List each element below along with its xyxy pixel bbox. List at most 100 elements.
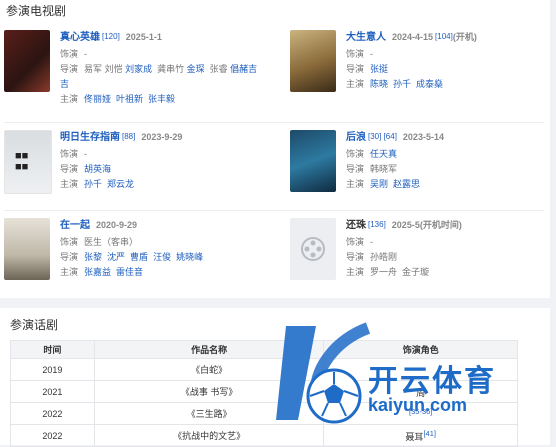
show-title[interactable]: 后浪: [346, 132, 366, 143]
show-date: 2020-9-29: [96, 220, 138, 230]
cast-label: 主演: [346, 79, 365, 89]
role-value: -: [370, 237, 374, 247]
divider: [4, 122, 544, 123]
cast-label: 主演: [60, 267, 79, 277]
role-value: -: [370, 49, 374, 59]
year-cell: 2021: [10, 380, 95, 403]
cast-plain: 罗一舟: [370, 267, 398, 277]
ref-link[interactable]: [104]: [435, 32, 453, 41]
show-date: 2023-9-29: [141, 132, 183, 142]
ref-link[interactable]: [41]: [423, 429, 436, 438]
ref-link[interactable]: [120]: [102, 32, 120, 41]
cast-label: 主演: [60, 94, 79, 104]
role-label: 饰演: [60, 49, 79, 59]
director-link[interactable]: 倡赭吉: [230, 64, 257, 74]
show-item[interactable]: 后浪 [30] [64] 2023-5-14 饰演 任天真 导演 韩晓军 主演 吴刚 赵露思: [290, 130, 545, 216]
watermark-logo: [276, 320, 372, 432]
show-poster-placeholder: [290, 218, 336, 280]
cast-link[interactable]: 陈晓: [370, 79, 388, 89]
ref-link[interactable]: [88]: [122, 132, 135, 141]
role-value: 聂耳: [405, 431, 424, 442]
role-label: 饰演: [60, 149, 79, 159]
show-poster[interactable]: ■■ ■■: [4, 130, 52, 194]
director-label: 导演: [60, 164, 79, 174]
year-cell: 2019: [10, 358, 95, 381]
year-cell: 2022: [10, 424, 95, 447]
show-poster[interactable]: [4, 218, 50, 280]
cast-link[interactable]: 孙千: [393, 79, 411, 89]
director-plain: 孙皓刚: [370, 252, 398, 262]
ref-link[interactable]: [30] [64]: [368, 132, 397, 141]
director-link[interactable]: 姚晓峰: [176, 252, 203, 262]
ref-link[interactable]: [136]: [368, 220, 386, 229]
cast-link[interactable]: 张丰毅: [148, 94, 175, 104]
show-status: (开机): [452, 32, 477, 42]
director-plain: 龚串竹: [157, 64, 185, 74]
cast-label: 主演: [346, 267, 365, 277]
cast-link[interactable]: 成泰燊: [416, 79, 443, 89]
director-link[interactable]: 刘家成: [125, 64, 152, 74]
show-date: 2025-5(开机时间): [391, 220, 462, 230]
director-link[interactable]: 吉: [60, 79, 69, 89]
director-plain: 张睿: [209, 64, 228, 74]
show-title[interactable]: 真心英雄: [60, 32, 100, 43]
cast-link[interactable]: 叶祖新: [116, 94, 143, 104]
cast-label: 主演: [346, 179, 365, 189]
show-title[interactable]: 还珠: [346, 220, 366, 231]
cast-link[interactable]: 吴刚: [370, 179, 388, 189]
show-title[interactable]: 在一起: [60, 220, 90, 231]
role-label: 饰演: [346, 149, 365, 159]
director-link[interactable]: 张黎: [84, 252, 102, 262]
cast-link[interactable]: 张嘉益: [84, 267, 111, 277]
show-poster[interactable]: [4, 30, 50, 92]
show-date: 2025-1-1: [125, 32, 162, 42]
year-cell: 2022: [10, 402, 95, 425]
show-poster[interactable]: [290, 30, 336, 92]
soccer-ball-logo-icon: [276, 322, 371, 424]
show-item[interactable]: 在一起 2020-9-29 饰演 医生（客串） 导演 张黎 沈严 曹盾 汪俊 姚晓峰 主演 张嘉…: [4, 218, 284, 304]
show-item[interactable]: 还珠 [136] 2025-5(开机时间) 饰演 - 导演 孙皓刚 主演 罗一舟 金子璇: [290, 218, 545, 304]
section-title: 参演话剧: [10, 318, 59, 332]
director-link[interactable]: 胡英海: [84, 164, 111, 174]
table-row: 2022 《抗战中的文艺》 聂耳[41]: [10, 424, 518, 447]
cast-link[interactable]: 孙千: [84, 179, 102, 189]
role-link[interactable]: 任天真: [370, 149, 397, 159]
show-item[interactable]: 大生意人 2024-4-15 [104](开机) 饰演 - 导演 张挺 主演 陈晓 孙千 成泰…: [290, 30, 545, 116]
director-label: 导演: [346, 252, 365, 262]
cast-label: 主演: [60, 179, 79, 189]
director-label: 导演: [60, 252, 79, 262]
show-title[interactable]: 明日生存指南: [60, 132, 120, 143]
cast-link[interactable]: 佟丽娅: [84, 94, 111, 104]
director-label: 导演: [346, 164, 365, 174]
cast-link[interactable]: 郑云龙: [107, 179, 134, 189]
show-poster[interactable]: [290, 130, 336, 192]
director-plain: 韩晓军: [370, 164, 398, 174]
column-header: 时间: [10, 340, 95, 359]
film-reel-icon: [301, 237, 325, 261]
director-label: 导演: [60, 64, 79, 74]
show-date: 2023-5-14: [402, 132, 444, 142]
director-link[interactable]: 曹盾: [130, 252, 148, 262]
role-label: 饰演: [346, 237, 365, 247]
director-link[interactable]: 张挺: [370, 64, 388, 74]
director-link[interactable]: 汪俊: [153, 252, 171, 262]
director-link[interactable]: 沈严: [107, 252, 125, 262]
tv-series-panel: 参演电视剧 真心英雄 [120] 2025-1-1 饰演 - 导演 易军 刘恺 刘家成龚…: [0, 0, 550, 298]
show-item[interactable]: 真心英雄 [120] 2025-1-1 饰演 - 导演 易军 刘恺 刘家成 龚串竹 金琛张…: [4, 30, 284, 116]
director-label: 导演: [346, 64, 365, 74]
divider: [4, 210, 544, 211]
cast-link[interactable]: 赵露思: [393, 179, 420, 189]
role-label: 饰演: [346, 49, 365, 59]
director-plain: 易军: [84, 64, 103, 74]
section-title: 参演电视剧: [6, 4, 67, 18]
watermark-brand: 开云体育: [368, 365, 496, 398]
director-plain: 刘恺: [104, 64, 123, 74]
cast-link[interactable]: 雷佳音: [116, 267, 143, 277]
show-item[interactable]: ■■ ■■ 明日生存指南 [88] 2023-9-29 饰演 - 导演 胡英海 主演 孙千郑…: [4, 130, 284, 216]
role-label: 饰演: [60, 237, 79, 247]
show-date: 2024-4-15: [392, 32, 434, 42]
role-value: -: [84, 149, 88, 159]
director-link[interactable]: 金琛: [187, 64, 205, 74]
role-value: 医生（客串）: [84, 237, 139, 247]
show-title[interactable]: 大生意人: [346, 32, 386, 43]
